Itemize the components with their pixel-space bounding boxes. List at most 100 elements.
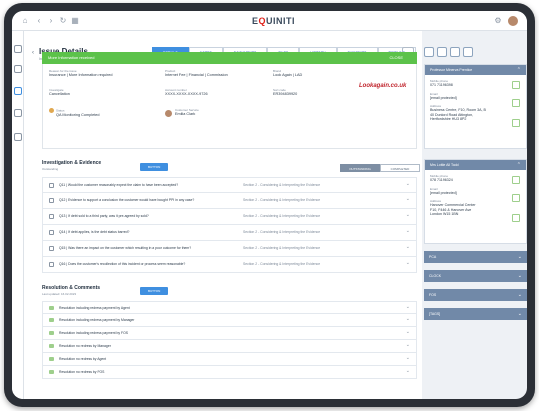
investigation-button[interactable]: BUTTON	[140, 163, 169, 171]
chevron-down-icon[interactable]: ⌄	[406, 342, 410, 348]
panel-clock[interactable]: CLOCK ⌄	[424, 270, 527, 282]
checkbox-icon[interactable]	[49, 246, 54, 251]
issue-details-card: Reason for the issue Insurance | More Inf…	[42, 64, 417, 149]
agent-field: Customer Service Emilia Clark	[175, 108, 199, 116]
resolution-list: Resolution including redress payment by …	[42, 301, 417, 379]
status-dot-icon	[49, 108, 54, 113]
chevron-up-icon[interactable]: ⌃	[517, 160, 521, 170]
resolution-subtitle: Last updated: 16.02.2023	[42, 292, 77, 296]
contact-card-2: Mrs Lottie All Todd ⌃ Mobile phone 078 71…	[424, 159, 527, 244]
product-field: Product Internet Fee | Financial | Commis…	[165, 69, 228, 77]
home-icon[interactable]: ⌂	[20, 16, 30, 26]
investigation-title: Investigation & Evidence	[42, 160, 102, 166]
checkbox-icon[interactable]	[49, 262, 54, 267]
contact-header[interactable]: Professor Minerva Prentice ⌃	[425, 65, 526, 75]
panel-pca[interactable]: PCA ⌄	[424, 251, 527, 263]
list-item[interactable]: Q13 | If debt sold to a third party, was…	[42, 209, 417, 225]
phone-icon[interactable]	[512, 81, 520, 89]
list-item[interactable]: Q12 | Evidence to support a conclusion t…	[42, 193, 417, 209]
reason-field: Reason for the issue Insurance | More Inf…	[49, 69, 113, 77]
panel-tags[interactable]: [TAGS] ⌄	[424, 308, 527, 320]
contact-header[interactable]: Mrs Lottie All Todd ⌃	[425, 160, 526, 170]
map-pin-icon[interactable]	[512, 119, 520, 127]
chevron-down-icon[interactable]: ⌄	[406, 244, 410, 250]
chevron-down-icon[interactable]: ⌄	[406, 181, 410, 187]
list-item[interactable]: Q11 | Would the customer reasonably expe…	[42, 177, 417, 193]
comment-icon	[49, 306, 54, 310]
list-item[interactable]: Resolution including redress payment by …	[42, 327, 417, 340]
list-item[interactable]: Resolution no redress by Agent ⌄	[42, 353, 417, 366]
checkbox-icon[interactable]	[49, 230, 54, 235]
banner-text: More Information received	[48, 55, 95, 60]
comment-icon	[49, 344, 54, 348]
resolution-title: Resolution & Comments	[42, 285, 101, 291]
list-item[interactable]: Q15 | Was there an impact on the custome…	[42, 241, 417, 257]
equiniti-logo: EQUINITI	[252, 16, 296, 26]
chevron-down-icon[interactable]: ⌄	[406, 228, 410, 234]
user-avatar[interactable]	[507, 15, 519, 27]
sort-code-field: Sort code ER394839920	[273, 88, 298, 96]
checkbox-icon[interactable]	[49, 214, 54, 219]
list-item[interactable]: Resolution including redress payment by …	[42, 301, 417, 314]
account-field: Account number XXXX-XXXX-XXXX-9726	[165, 88, 208, 96]
question-list: Q11 | Would the customer reasonably expe…	[42, 177, 417, 273]
chevron-down-icon[interactable]: ⌄	[406, 196, 410, 202]
checkbox-icon[interactable]	[49, 183, 54, 188]
list-item[interactable]: Resolution including redress payment by …	[42, 314, 417, 327]
resolution-button[interactable]: BUTTON	[140, 287, 169, 295]
phone-icon[interactable]	[512, 176, 520, 184]
left-sidebar	[12, 31, 24, 399]
settings-icon[interactable]: ⚙	[493, 16, 503, 26]
chevron-down-icon[interactable]: ⌄	[406, 304, 410, 310]
device-frame: ⌂ ‹ › ↻ ▦ EQUINITI ⚙ ‹ Issue Details Ins…	[4, 3, 535, 407]
list-item[interactable]: Resolution no redress by FOS ⌄	[42, 366, 417, 379]
back-arrow-icon[interactable]: ‹	[32, 50, 34, 56]
forward-icon[interactable]: ›	[46, 16, 56, 26]
action-buttons	[424, 47, 473, 57]
toggle-completed[interactable]: COMPLETED	[380, 164, 420, 172]
list-item[interactable]: Q14 | If debt applies, is the debt statu…	[42, 225, 417, 241]
menu-icon[interactable]	[14, 45, 22, 53]
email-icon[interactable]	[512, 194, 520, 202]
top-bar: ⌂ ‹ › ↻ ▦ EQUINITI ⚙	[12, 11, 527, 31]
panel-fos[interactable]: FOS ⌄	[424, 289, 527, 301]
status-banner: More Information received CLOSE	[42, 52, 417, 64]
chevron-down-icon[interactable]: ⌄	[406, 355, 410, 361]
cases-icon[interactable]	[14, 87, 22, 95]
documents-icon[interactable]	[14, 133, 22, 141]
chevron-down-icon[interactable]: ⌄	[518, 270, 522, 282]
back-icon[interactable]: ‹	[34, 16, 44, 26]
list-item[interactable]: Resolution no redress by Manager ⌄	[42, 340, 417, 353]
comment-icon	[49, 370, 54, 374]
comment-icon	[49, 331, 54, 335]
chevron-down-icon[interactable]: ⌄	[406, 260, 410, 266]
chevron-up-icon[interactable]: ⌃	[517, 65, 521, 75]
banner-close[interactable]: CLOSE	[389, 52, 403, 64]
chevron-down-icon[interactable]: ⌄	[406, 316, 410, 322]
assign-button[interactable]	[437, 47, 447, 57]
agent-avatar	[165, 110, 172, 117]
toggle-outstanding[interactable]: OUTSTANDING	[340, 164, 380, 172]
grid-icon[interactable]: ▦	[70, 16, 80, 26]
refresh-icon[interactable]: ↻	[58, 16, 68, 26]
chevron-down-icon[interactable]: ⌄	[406, 212, 410, 218]
chevron-down-icon[interactable]: ⌄	[518, 251, 522, 263]
contact-card-1: Professor Minerva Prentice ⌃ Mobile phone…	[424, 64, 527, 149]
checkbox-icon[interactable]	[49, 198, 54, 203]
chevron-down-icon[interactable]: ⌄	[518, 308, 522, 320]
reports-icon[interactable]	[14, 109, 22, 117]
brand-field: Brand Look Again | LAD	[273, 69, 303, 77]
edit-button[interactable]	[424, 47, 434, 57]
chevron-down-icon[interactable]: ⌄	[518, 289, 522, 301]
chevron-down-icon[interactable]: ⌄	[406, 329, 410, 335]
app-window: ⌂ ‹ › ↻ ▦ EQUINITI ⚙ ‹ Issue Details Ins…	[12, 11, 527, 399]
dashboard-icon[interactable]	[14, 65, 22, 73]
list-item[interactable]: Q16 | Does the customer's recollection o…	[42, 257, 417, 273]
more-button[interactable]	[463, 47, 473, 57]
email-icon[interactable]	[512, 99, 520, 107]
map-pin-icon[interactable]	[512, 214, 520, 222]
outstanding-toggle: OUTSTANDING COMPLETED	[340, 164, 420, 172]
lookagain-logo: Lookagain.co.uk	[359, 83, 407, 89]
chevron-down-icon[interactable]: ⌄	[406, 368, 410, 374]
print-button[interactable]	[450, 47, 460, 57]
